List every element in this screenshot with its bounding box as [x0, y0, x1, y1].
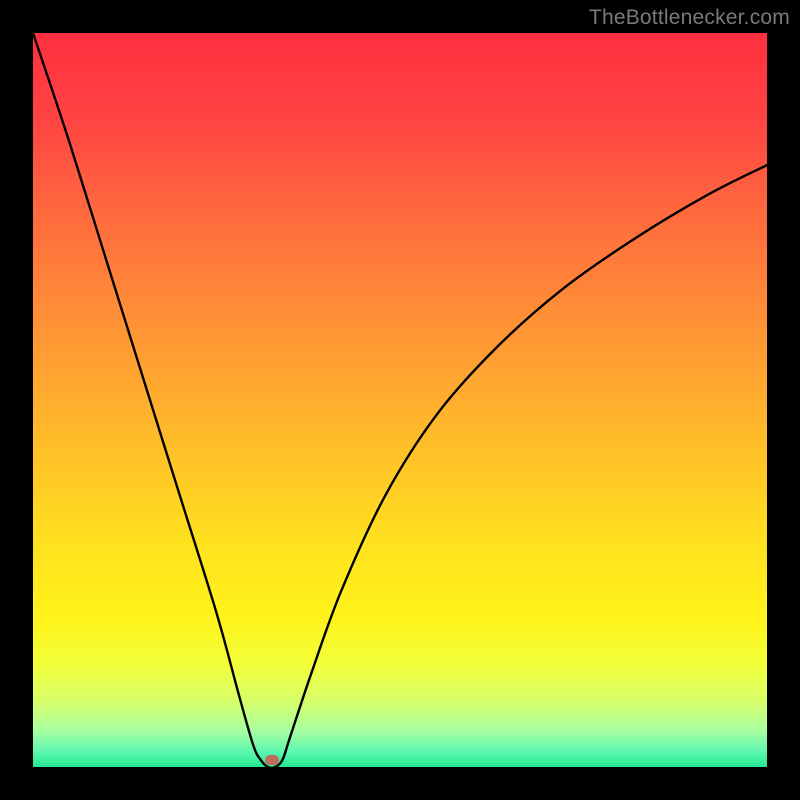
- plot-area: [33, 33, 767, 767]
- background-gradient: [33, 33, 767, 767]
- source-watermark: TheBottlenecker.com: [589, 6, 790, 30]
- optimal-point-marker: [265, 755, 279, 765]
- chart-frame: TheBottlenecker.com: [0, 0, 800, 800]
